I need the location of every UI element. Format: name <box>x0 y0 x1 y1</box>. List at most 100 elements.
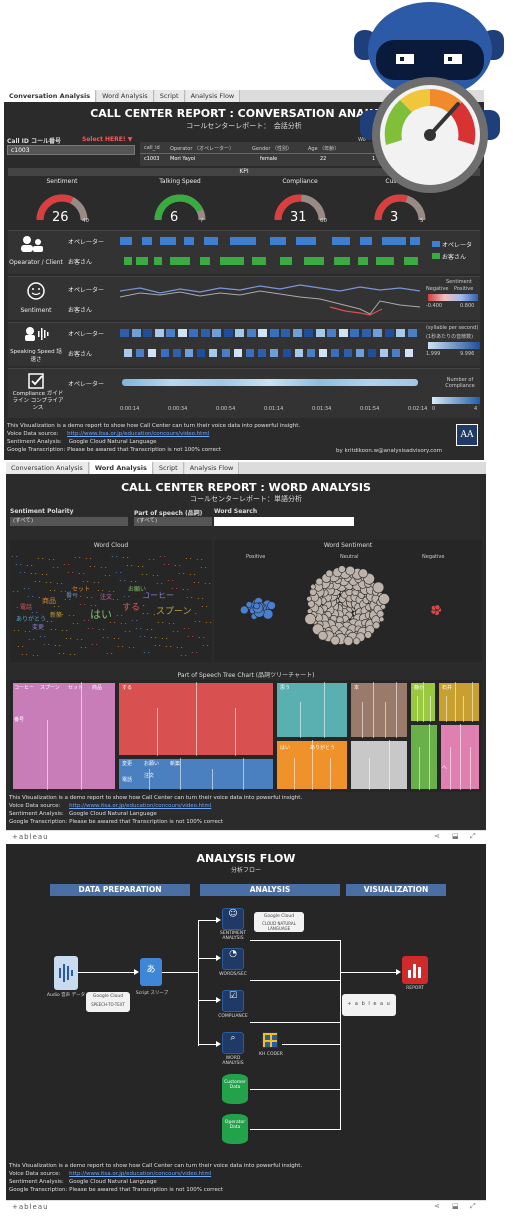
neutral-word-bubble[interactable] <box>358 568 368 579</box>
tree-divider <box>81 682 83 790</box>
neutral-word-bubble[interactable] <box>378 616 385 623</box>
tree-divider <box>180 758 182 790</box>
positive-word-bubble[interactable] <box>267 601 276 610</box>
word-cloud-filler: ・・ <box>162 563 171 568</box>
neutral-word-bubble[interactable] <box>306 596 312 602</box>
word-cloud-word[interactable]: 電話 <box>20 602 33 611</box>
share-icon[interactable]: ⋖ <box>434 832 440 840</box>
word-cloud-word[interactable]: はい <box>90 606 112 622</box>
neutral-word-bubble[interactable] <box>317 630 328 641</box>
word-cloud-word[interactable]: セット <box>72 584 91 593</box>
footer-voice-label: Voice Data source: <box>7 431 59 437</box>
neutral-word-bubble[interactable] <box>376 610 385 618</box>
neutral-word-bubble[interactable] <box>325 569 334 578</box>
neutral-word-bubble[interactable] <box>345 565 356 576</box>
flow-footer-trans-value: Please be awared that Transcription is n… <box>69 1187 224 1193</box>
neutral-word-bubble[interactable] <box>315 577 324 586</box>
neutral-word-bubble[interactable] <box>310 583 316 590</box>
client-speed-segment <box>270 349 279 357</box>
tree-divider <box>428 724 430 790</box>
positive-word-bubble[interactable] <box>253 602 260 610</box>
word-cloud-filler: ・・ <box>49 628 58 633</box>
timeline-tick: 0:00:34 <box>168 406 188 412</box>
tab2-script[interactable]: Script <box>153 462 184 474</box>
fullscreen-icon-3[interactable]: ⤢ <box>470 1202 476 1211</box>
word-search-input[interactable] <box>214 517 354 526</box>
footer-trans-label: Google Transcription: <box>7 447 66 453</box>
word-sentiment-title: Word Sentiment <box>323 542 373 549</box>
tree-label: コーヒー <box>14 685 35 691</box>
neutral-word-bubble[interactable] <box>364 631 372 639</box>
tab2-analysis-flow[interactable]: Analysis Flow <box>184 462 240 474</box>
positive-word-bubble[interactable] <box>239 605 249 615</box>
download-icon[interactable]: ⬓ <box>452 832 459 840</box>
word-analysis-flow-label: WORD ANALYSIS <box>222 1056 244 1066</box>
neutral-word-bubble[interactable] <box>352 637 361 646</box>
word-cloud-word[interactable]: 変更 <box>32 622 45 631</box>
tree-label: 番号 <box>14 717 25 723</box>
word-cloud-filler: ・・ <box>119 622 128 627</box>
word-cloud-word[interactable]: する <box>122 600 141 613</box>
positive-word-bubble[interactable] <box>245 601 253 608</box>
script-icon: あ <box>140 958 162 986</box>
word-cloud-word[interactable]: 注文 <box>100 592 113 601</box>
tree-divider <box>196 682 197 756</box>
neutral-word-bubble[interactable] <box>338 565 346 573</box>
footer-voice-link[interactable]: http://www.itsa.or.jp/education/concours… <box>67 431 209 437</box>
compliance-icon: ☑ <box>222 990 244 1012</box>
neutral-word-bubble[interactable] <box>330 635 341 646</box>
kpi-value: 31 <box>290 210 307 225</box>
word-cloud-filler: ・・ <box>110 555 119 560</box>
tab-analysis-flow[interactable]: Analysis Flow <box>185 90 241 102</box>
neutral-word-bubble[interactable] <box>372 621 381 630</box>
call-id-select[interactable]: c1003 <box>7 145 135 155</box>
filter-pos-select[interactable]: (すべて) <box>134 517 212 526</box>
tree-divider <box>396 682 398 738</box>
tab2-conversation-analysis[interactable]: Conversation Analysis <box>6 462 89 474</box>
word-cloud-word[interactable]: コーヒー <box>142 590 174 601</box>
tab-conversation-analysis[interactable]: Conversation Analysis <box>4 90 97 102</box>
timeline-tick: 0:00:54 <box>216 406 236 412</box>
tree-block[interactable] <box>12 682 116 790</box>
tree-divider <box>46 719 48 790</box>
script-label: Script スリープ <box>135 991 169 996</box>
legend-operator: オペレータ <box>442 242 473 249</box>
flow-footer-voice-link[interactable]: http://www.itsa.or.jp/education/concours… <box>69 1171 211 1177</box>
word-cloud-filler: ・・ <box>140 573 149 578</box>
speed-color-scale <box>428 342 480 349</box>
word-footer-voice-link[interactable]: http://www.itsa.or.jp/education/concours… <box>69 803 211 809</box>
table-header-age: Age （年齢） <box>308 146 340 152</box>
positive-word-bubble[interactable] <box>262 608 274 620</box>
tab2-word-analysis[interactable]: Word Analysis <box>89 462 153 474</box>
tab-word-analysis[interactable]: Word Analysis <box>97 90 154 102</box>
tab-bar-2: Conversation Analysis Word Analysis Scri… <box>6 462 486 474</box>
word-cloud-word[interactable]: 新築 <box>50 610 63 619</box>
tab-script[interactable]: Script <box>154 90 185 102</box>
tree-block[interactable] <box>350 740 408 790</box>
word-cloud-word[interactable]: 商品 <box>42 596 56 606</box>
neutral-word-bubble[interactable] <box>309 588 317 596</box>
fullscreen-icon[interactable]: ⤢ <box>470 832 476 841</box>
negative-word-bubble[interactable] <box>434 604 441 611</box>
neutral-word-bubble[interactable] <box>306 608 313 615</box>
legend-client: お客さん <box>442 254 467 261</box>
share-icon-3[interactable]: ⋖ <box>434 1202 440 1210</box>
word-cloud-filler: ・・ <box>71 622 80 627</box>
filter-sentiment-select[interactable]: (すべて) <box>10 517 128 526</box>
neutral-word-bubble[interactable] <box>343 636 354 646</box>
tree-block[interactable] <box>410 724 438 790</box>
operator-client-label: Opearator / Client <box>9 259 63 266</box>
word-cloud-word[interactable]: スプーン <box>156 604 192 617</box>
neutral-word-bubble[interactable] <box>372 581 385 594</box>
word-cloud-filler: ・・ <box>26 595 35 600</box>
download-icon-3[interactable]: ⬓ <box>452 1202 459 1210</box>
word-cloud-word[interactable]: お願い <box>128 584 147 593</box>
client-talk-segment <box>376 257 394 265</box>
word-analysis-icon: ⌕ <box>222 1032 244 1054</box>
words-per-sec-icon: ◔ <box>222 948 244 970</box>
tree-block[interactable] <box>118 758 274 790</box>
neutral-word-bubble[interactable] <box>304 613 316 625</box>
neutral-word-bubble[interactable] <box>378 593 390 605</box>
neutral-word-bubble[interactable] <box>380 604 386 610</box>
client-speed-segment <box>307 349 315 357</box>
